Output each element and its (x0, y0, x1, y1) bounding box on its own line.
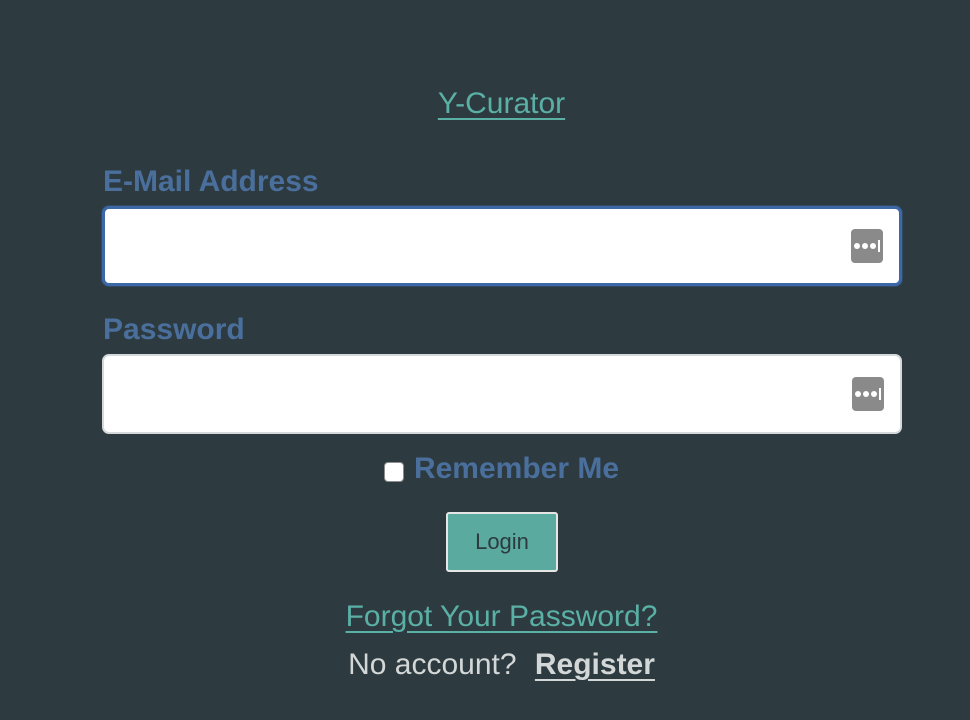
no-account-text: No account? (348, 648, 517, 681)
email-label: E-Mail Address (103, 165, 319, 198)
dots-icon (854, 240, 880, 252)
login-button[interactable]: Login (446, 512, 558, 572)
login-page: Y-Curator E-Mail Address Password Rememb… (0, 0, 970, 720)
email-field-box[interactable] (102, 206, 902, 286)
register-row: No account? Register (0, 646, 970, 684)
dots-icon (855, 388, 881, 400)
password-field-box[interactable] (102, 354, 902, 434)
brand-link[interactable]: Y-Curator (0, 84, 970, 124)
forgot-password-link[interactable]: Forgot Your Password? (0, 598, 970, 636)
remember-me-label[interactable]: Remember Me (414, 450, 619, 488)
register-link[interactable]: Register (535, 648, 655, 681)
password-label: Password (103, 313, 245, 346)
remember-me-row: Remember Me (0, 450, 970, 488)
remember-me-checkbox[interactable] (383, 462, 404, 482)
password-manager-icon[interactable] (851, 229, 883, 263)
email-input[interactable] (105, 209, 899, 283)
password-input[interactable] (104, 356, 900, 432)
password-manager-icon[interactable] (852, 377, 884, 411)
